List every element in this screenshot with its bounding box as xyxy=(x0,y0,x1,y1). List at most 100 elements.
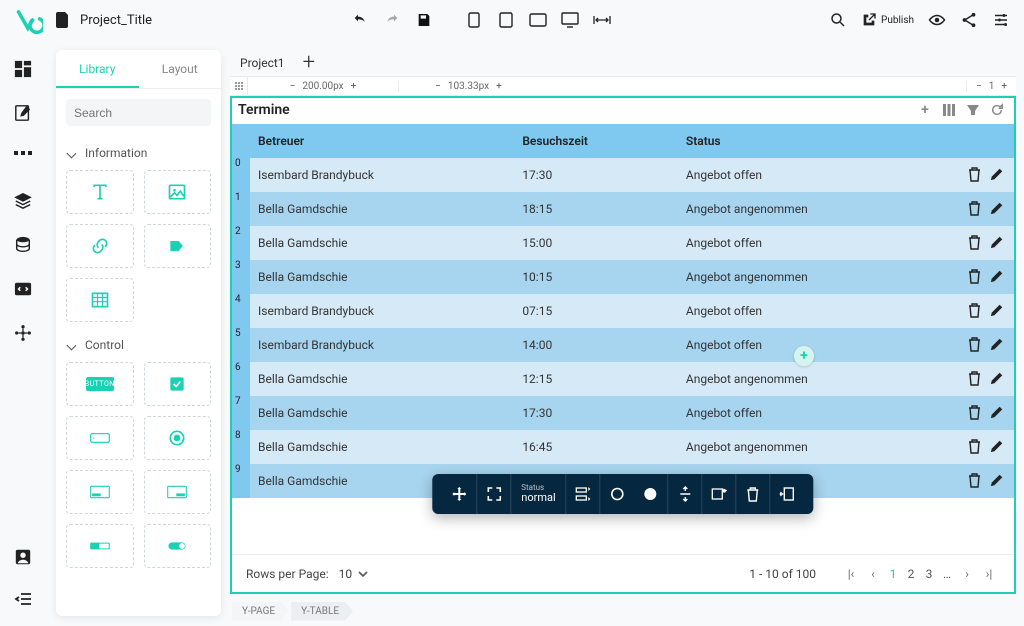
pager-next[interactable]: › xyxy=(956,567,978,581)
pager-page-1[interactable]: 1 xyxy=(884,567,902,581)
device-phone-icon[interactable] xyxy=(465,11,483,29)
table-row[interactable]: 8Bella Gamdschie16:45Angebot angenommen xyxy=(232,430,1014,464)
tab-layout[interactable]: Layout xyxy=(139,50,222,88)
pager-last[interactable]: ›| xyxy=(978,567,1000,581)
table-row[interactable]: 6Bella Gamdschie12:15Angebot angenommen xyxy=(232,362,1014,396)
doc-tab-1[interactable]: Project1 xyxy=(234,52,291,74)
tile-card-right[interactable] xyxy=(144,470,212,514)
count-decrease[interactable]: − xyxy=(973,81,985,92)
tile-button[interactable]: BUTTON xyxy=(66,362,134,406)
col1-increase[interactable]: + xyxy=(348,81,360,92)
ruler-grid-icon[interactable] xyxy=(230,77,248,95)
floating-add-button[interactable]: + xyxy=(794,346,814,366)
pager-more[interactable]: … xyxy=(938,567,956,581)
settings-icon[interactable] xyxy=(992,11,1010,29)
row-edit-icon[interactable] xyxy=(990,473,1006,489)
device-tablet-landscape-icon[interactable] xyxy=(529,11,547,29)
rows-per-page-value[interactable]: 10 xyxy=(339,567,353,581)
row-delete-icon[interactable] xyxy=(968,235,984,251)
tool-distribute-icon[interactable] xyxy=(668,474,702,514)
device-desktop-icon[interactable] xyxy=(561,11,579,29)
table-filter-icon[interactable] xyxy=(964,101,982,119)
publish-button[interactable]: Publish xyxy=(861,12,914,28)
rail-layers-icon[interactable] xyxy=(14,192,34,212)
table-refresh-icon[interactable] xyxy=(988,101,1006,119)
ruler-col-2[interactable]: − 103.33px + xyxy=(398,81,538,92)
table-row[interactable]: 3Bella Gamdschie10:15Angebot angenommen xyxy=(232,260,1014,294)
crumb-table[interactable]: Y-TABLE xyxy=(291,602,353,621)
rail-code-icon[interactable] xyxy=(14,280,34,300)
rail-database-icon[interactable] xyxy=(14,236,34,256)
col2-increase[interactable]: + xyxy=(493,81,505,92)
search-icon[interactable] xyxy=(829,11,847,29)
tool-circle-outline-icon[interactable] xyxy=(600,474,634,514)
row-edit-icon[interactable] xyxy=(990,201,1006,217)
chevron-down-icon[interactable] xyxy=(358,570,368,578)
tile-tag[interactable] xyxy=(144,224,212,268)
pager-page-3[interactable]: 3 xyxy=(920,567,938,581)
table-row[interactable]: 7Bella Gamdschie17:30Angebot offen xyxy=(232,396,1014,430)
group-information-header[interactable]: Information xyxy=(66,138,211,166)
row-edit-icon[interactable] xyxy=(990,337,1006,353)
row-edit-icon[interactable] xyxy=(990,269,1006,285)
pager-prev[interactable]: ‹ xyxy=(862,567,884,581)
redo-icon[interactable] xyxy=(383,11,401,29)
col-status-header[interactable]: Status xyxy=(678,124,954,158)
pager-page-2[interactable]: 2 xyxy=(902,567,920,581)
col-besuchszeit-header[interactable]: Besuchszeit xyxy=(514,124,678,158)
table-row[interactable]: 4Isembard Brandybuck07:15Angebot offen xyxy=(232,294,1014,328)
preview-icon[interactable] xyxy=(928,11,946,29)
row-delete-icon[interactable] xyxy=(968,405,984,421)
rail-edit-icon[interactable] xyxy=(14,104,34,124)
tile-progress[interactable] xyxy=(66,524,134,568)
project-title-group[interactable]: Project_Title xyxy=(56,12,152,28)
table-row[interactable]: 5Isembard Brandybuck14:00Angebot offen xyxy=(232,328,1014,362)
tile-toggle[interactable] xyxy=(144,524,212,568)
tile-radio[interactable] xyxy=(144,416,212,460)
device-fullwidth-icon[interactable] xyxy=(593,11,611,29)
col2-decrease[interactable]: − xyxy=(432,81,444,92)
table-row[interactable]: 2Bella Gamdschie15:00Angebot offen xyxy=(232,226,1014,260)
row-delete-icon[interactable] xyxy=(968,371,984,387)
tool-panel-right-icon[interactable] xyxy=(770,474,804,514)
undo-icon[interactable] xyxy=(351,11,369,29)
tool-circle-fill-icon[interactable] xyxy=(634,474,668,514)
rail-collapse-icon[interactable] xyxy=(14,592,34,612)
row-delete-icon[interactable] xyxy=(968,269,984,285)
row-edit-icon[interactable] xyxy=(990,439,1006,455)
tile-textfield[interactable] xyxy=(66,416,134,460)
table-columns-icon[interactable] xyxy=(940,101,958,119)
library-search[interactable] xyxy=(66,99,211,126)
device-tablet-portrait-icon[interactable] xyxy=(497,11,515,29)
tile-card-left[interactable] xyxy=(66,470,134,514)
search-input[interactable] xyxy=(74,106,221,120)
row-edit-icon[interactable] xyxy=(990,167,1006,183)
ruler-count[interactable]: − 1 + xyxy=(966,81,1016,92)
selected-table-component[interactable]: Termine + Betreuer Besuchszeit Status 0I… xyxy=(230,96,1016,594)
ruler-col-1[interactable]: − 200.00px + xyxy=(248,81,398,92)
table-row[interactable]: 0Isembard Brandybuck17:30Angebot offen xyxy=(232,158,1014,192)
tile-image[interactable] xyxy=(144,170,212,214)
table-add-icon[interactable]: + xyxy=(916,101,934,119)
row-edit-icon[interactable] xyxy=(990,371,1006,387)
crumb-page[interactable]: Y-PAGE xyxy=(232,602,289,621)
rail-network-icon[interactable] xyxy=(14,324,34,344)
tile-link[interactable] xyxy=(66,224,134,268)
tool-move-icon[interactable] xyxy=(442,474,476,514)
tool-fullscreen-icon[interactable] xyxy=(476,474,510,514)
tool-module-icon[interactable] xyxy=(702,474,736,514)
tile-table[interactable] xyxy=(66,278,134,322)
tab-library[interactable]: Library xyxy=(56,50,139,88)
col1-decrease[interactable]: − xyxy=(287,81,299,92)
tile-text[interactable] xyxy=(66,170,134,214)
row-delete-icon[interactable] xyxy=(968,201,984,217)
tool-status-select[interactable]: Status normal xyxy=(510,474,565,514)
row-delete-icon[interactable] xyxy=(968,337,984,353)
row-delete-icon[interactable] xyxy=(968,303,984,319)
count-increase[interactable]: + xyxy=(998,81,1010,92)
share-icon[interactable] xyxy=(960,11,978,29)
tool-delete-icon[interactable] xyxy=(736,474,770,514)
table-row[interactable]: 1Bella Gamdschie18:15Angebot angenommen xyxy=(232,192,1014,226)
row-delete-icon[interactable] xyxy=(968,167,984,183)
group-control-header[interactable]: Control xyxy=(66,330,211,358)
